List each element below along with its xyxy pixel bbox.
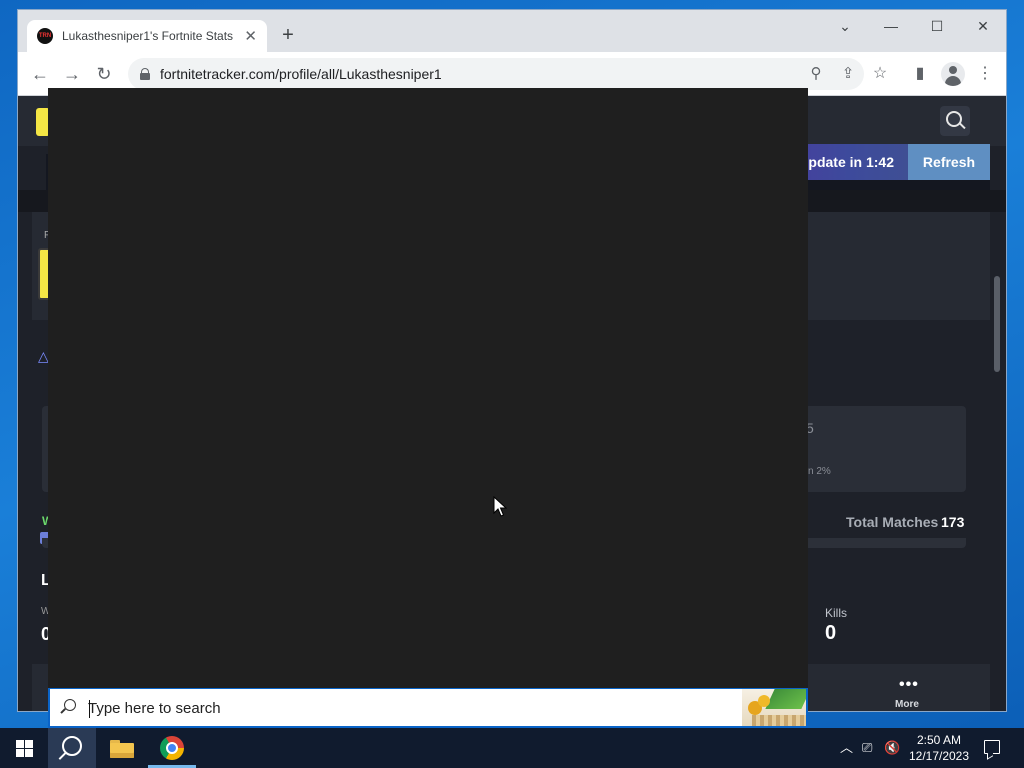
reload-button[interactable]: ↻	[92, 62, 116, 86]
chrome-menu-icon[interactable]: ⋮	[973, 62, 997, 86]
bookmark-star-icon[interactable]: ☆	[868, 62, 892, 86]
clock-time: 2:50 AM	[916, 733, 962, 747]
profile-avatar-icon[interactable]	[941, 62, 965, 86]
close-window-button[interactable]: ✕	[969, 16, 997, 36]
share-icon[interactable]: ⇪	[834, 58, 862, 90]
windows-logo-pane	[25, 749, 33, 757]
kills-label: Kills	[825, 606, 848, 620]
action-center-icon[interactable]	[984, 740, 1000, 754]
maximize-button[interactable]: ☐	[923, 16, 951, 36]
chrome-taskbar-icon[interactable]	[160, 736, 184, 760]
total-matches-label: Total Matches	[846, 514, 939, 530]
more-button[interactable]: More	[895, 699, 919, 710]
refresh-button[interactable]: Refresh	[908, 144, 990, 180]
address-bar[interactable]: fortnitetracker.com/profile/all/Lukasthe…	[128, 58, 864, 90]
start-search-flyout	[48, 88, 808, 688]
tab-strip: TRN Lukasthesniper1's Fortnite Stats ✕ +…	[18, 10, 1006, 52]
start-button[interactable]	[0, 728, 48, 768]
search-highlight-image[interactable]	[742, 689, 806, 726]
highlight-ornament	[758, 695, 770, 707]
site-search-icon[interactable]	[940, 106, 970, 136]
back-button[interactable]: ←	[28, 62, 52, 86]
file-explorer-icon[interactable]	[110, 738, 134, 758]
highlight-leaf	[765, 689, 806, 709]
tracker-favicon-icon: TRN	[37, 28, 53, 44]
tab-close-icon[interactable]: ✕	[244, 27, 257, 45]
tray-chevron-icon[interactable]: ︿	[840, 738, 853, 758]
kills-value: 0	[825, 622, 837, 644]
taskbar-search-icon[interactable]	[48, 728, 96, 768]
highlight-base	[752, 715, 806, 726]
forward-button[interactable]: →	[60, 62, 84, 86]
page-scrollbar[interactable]	[994, 276, 1000, 372]
network-icon[interactable]: ⎚	[862, 738, 872, 758]
more-dots-icon[interactable]: •••	[899, 676, 919, 694]
tab-search-dropdown-icon[interactable]: ⌄	[831, 16, 859, 36]
tab-title: Lukasthesniper1's Fortnite Stats	[62, 29, 234, 43]
tab-fortnite-stats[interactable]: TRN Lukasthesniper1's Fortnite Stats ✕	[27, 20, 267, 52]
taskbar-clock[interactable]: 2:50 AM 12/17/2023	[906, 732, 972, 764]
side-panel-icon[interactable]: ▮	[908, 62, 932, 86]
stat-percent-fragment: n 2%	[808, 466, 831, 477]
new-tab-button[interactable]: +	[276, 24, 300, 48]
zoom-icon[interactable]: ⚲	[802, 58, 830, 90]
volume-muted-icon[interactable]: 🔇	[884, 738, 900, 758]
clock-date: 12/17/2023	[908, 749, 970, 763]
windows-logo-icon	[16, 740, 24, 748]
mouse-cursor-icon	[493, 496, 507, 517]
windows-logo-pane	[25, 740, 33, 748]
lock-icon[interactable]	[140, 68, 150, 80]
windows-logo-pane	[16, 749, 24, 757]
taskbar-search-box[interactable]	[48, 688, 808, 728]
address-url: fortnitetracker.com/profile/all/Lukasthe…	[160, 66, 442, 82]
minimize-button[interactable]: —	[877, 16, 905, 36]
search-input[interactable]	[88, 695, 728, 721]
taskbar: ︿ ⎚ 🔇 2:50 AM 12/17/2023	[0, 728, 1024, 768]
total-matches-value: 173	[941, 514, 965, 530]
text-caret	[89, 700, 90, 718]
search-magnifier-icon	[64, 699, 76, 711]
